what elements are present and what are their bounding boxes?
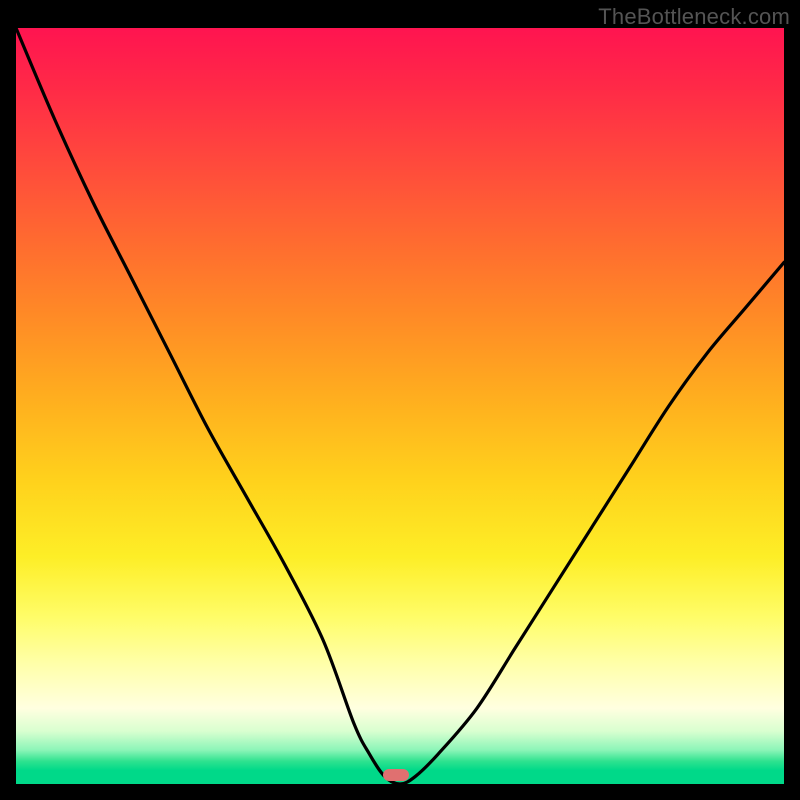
minimum-marker [383,769,409,781]
bottleneck-curve [16,28,784,784]
plot-area [16,28,784,784]
watermark-text: TheBottleneck.com [598,4,790,30]
chart-frame: TheBottleneck.com [0,0,800,800]
